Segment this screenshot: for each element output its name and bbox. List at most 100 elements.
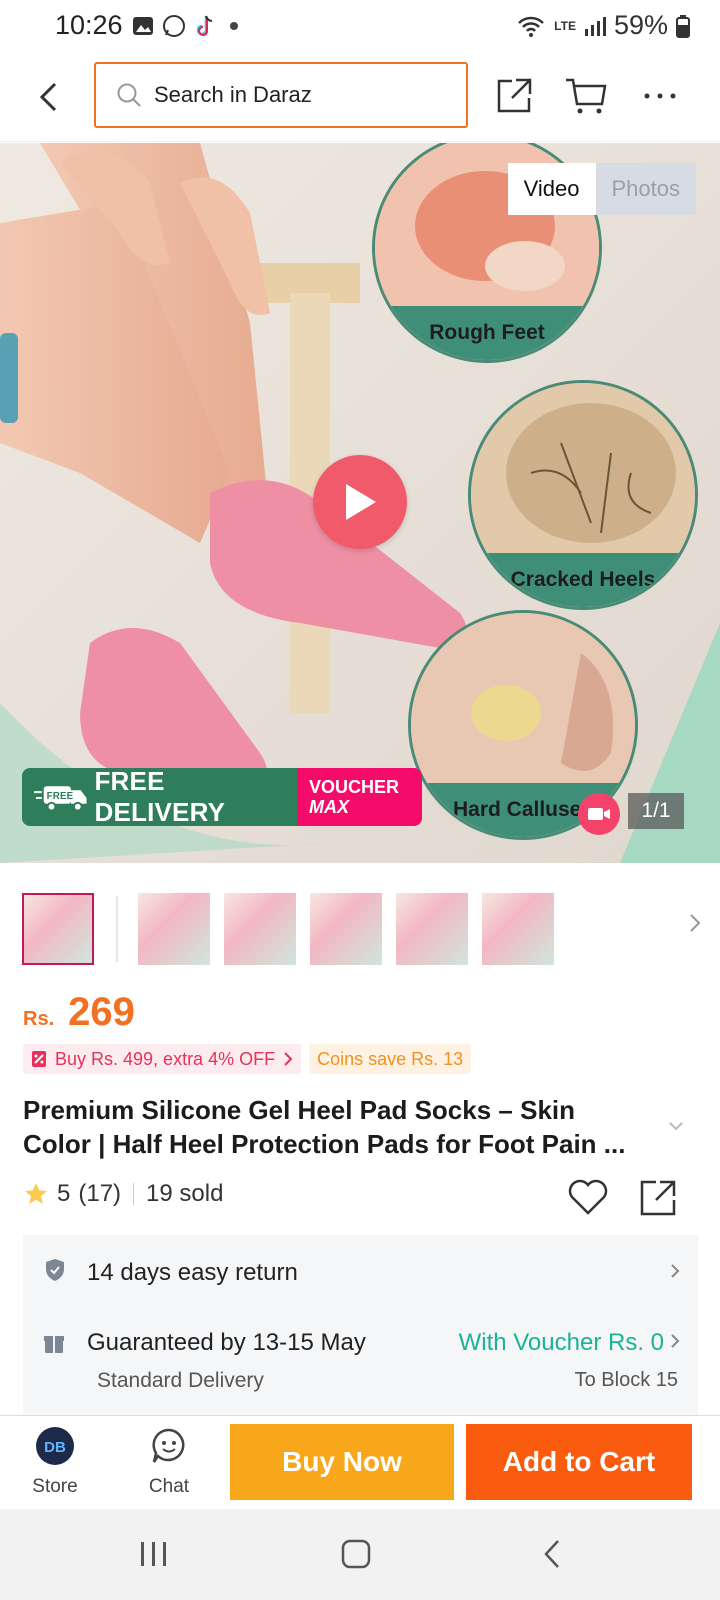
more-menu-button[interactable] [636, 72, 684, 120]
thumbnail-1[interactable] [22, 893, 94, 965]
image-counter: 1/1 [628, 793, 684, 829]
recent-apps-icon [141, 1542, 166, 1566]
voucher-text: VOUCHER [309, 777, 400, 797]
share-icon [497, 78, 532, 113]
search-placeholder: Search in Daraz [154, 82, 312, 107]
promo-tags: Buy Rs. 499, extra 4% OFF Coins save Rs.… [23, 1044, 472, 1074]
search-icon [117, 83, 141, 107]
action-bar: DB Store Chat Buy Now Add to Cart [0, 1415, 720, 1509]
return-policy-row[interactable]: 14 days easy return [23, 1235, 698, 1307]
battery-percent: 59% [613, 10, 668, 40]
rating-value: 5 [57, 1180, 71, 1207]
play-icon [346, 484, 376, 520]
rating-divider [133, 1183, 135, 1205]
voucher-delivery-text: With Voucher Rs. 0 [458, 1329, 664, 1356]
product-title-line-1: Premium Silicone Gel Heel Pad Socks – Sk… [23, 1095, 576, 1125]
home-button[interactable] [326, 1531, 386, 1577]
thumbnail-divider [116, 896, 118, 962]
battery-icon [676, 14, 690, 38]
delivery-row[interactable]: Guaranteed by 13-15 May With Voucher Rs.… [23, 1307, 698, 1415]
delivery-date-text: Guaranteed by 13-15 May [87, 1329, 366, 1356]
chevron-right-icon [284, 1052, 293, 1066]
cart-icon [566, 78, 607, 114]
delivery-truck-icon: FREE [34, 786, 87, 812]
chat-button[interactable]: Chat [124, 1426, 214, 1498]
free-delivery-text: FREE DELIVERY [94, 768, 226, 826]
home-icon [341, 1539, 371, 1569]
svg-text:DB: DB [44, 1439, 66, 1456]
system-navigation-bar [0, 1509, 720, 1600]
whatsapp-icon [163, 15, 185, 37]
top-navigation: Search in Daraz [0, 52, 720, 142]
thumbnail-5[interactable] [396, 893, 468, 965]
system-status: LTE 59% [516, 10, 690, 41]
media-toggle: Video Photos [507, 163, 696, 215]
gift-box-icon [44, 1336, 64, 1353]
tab-photos[interactable]: Photos [595, 163, 696, 215]
price-value: 269 [68, 990, 135, 1034]
discount-tag-icon [32, 1051, 46, 1067]
star-icon [25, 1183, 47, 1204]
price-currency: Rs. [23, 1008, 55, 1030]
free-badge: FREE [47, 791, 74, 802]
bundle-promo[interactable]: Buy Rs. 499, extra 4% OFF [23, 1044, 302, 1074]
rough-feet-label: Rough Feet [375, 306, 599, 360]
expand-title-button[interactable] [668, 1118, 684, 1136]
lte-icon: LTE [554, 18, 576, 33]
more-horizontal-icon [644, 93, 676, 99]
chevron-right-icon [671, 1264, 680, 1278]
bundle-promo-text: Buy Rs. 499, extra 4% OFF [55, 1048, 276, 1069]
price: Rs. 269 [23, 990, 135, 1035]
cracked-heels-label: Cracked Heels [471, 553, 695, 607]
share-button[interactable] [490, 72, 538, 120]
store-label: Store [32, 1476, 78, 1497]
buy-now-button[interactable]: Buy Now [230, 1424, 454, 1500]
shield-check-icon [46, 1259, 64, 1281]
cracked-heels-image: Cracked Heels [468, 380, 698, 610]
system-back-button[interactable] [522, 1531, 582, 1577]
share-product-button[interactable] [638, 1178, 678, 1223]
thumbnail-4[interactable] [310, 893, 382, 965]
cart-button[interactable] [562, 72, 610, 120]
store-button[interactable]: DB Store [10, 1426, 100, 1498]
notification-icons [132, 14, 238, 38]
search-input[interactable]: Search in Daraz [94, 62, 468, 128]
thumbnails-next-button[interactable] [688, 912, 702, 939]
thumbnail-6[interactable] [482, 893, 554, 965]
thumbnail-3[interactable] [224, 893, 296, 965]
max-text: MAX [309, 797, 349, 817]
delivery-type-text: Standard Delivery [97, 1369, 264, 1392]
delivery-destination-text: To Block 15 [574, 1369, 678, 1391]
service-info: 14 days easy return Guaranteed by 13-15 … [23, 1235, 698, 1415]
chevron-down-icon [669, 1122, 683, 1131]
back-button[interactable] [28, 74, 68, 120]
chevron-right-icon [690, 914, 701, 932]
wifi-icon [518, 16, 545, 37]
signal-icon [584, 16, 606, 36]
video-camera-icon [588, 808, 610, 820]
thumbnail-2[interactable] [138, 893, 210, 965]
thumbnail-strip [22, 892, 702, 966]
play-video-button[interactable] [313, 455, 407, 549]
product-title-line-2: Color | Half Heel Protection Pads for Fo… [23, 1129, 626, 1159]
tiktok-icon [196, 15, 213, 36]
free-delivery-banner: FREE FREE DELIVERY VOUCHER MAX [22, 768, 422, 826]
rating-row[interactable]: 5 (17) 19 sold [23, 1180, 223, 1208]
add-to-cart-button[interactable]: Add to Cart [466, 1424, 692, 1500]
wishlist-button[interactable] [568, 1178, 608, 1221]
return-policy-text: 14 days easy return [87, 1259, 298, 1286]
sold-count: 19 sold [146, 1180, 224, 1207]
recent-apps-button[interactable] [124, 1531, 184, 1577]
chat-icon [152, 1428, 185, 1463]
free-delivery-section: FREE FREE DELIVERY [22, 768, 297, 826]
tab-video[interactable]: Video [507, 163, 596, 215]
store-avatar-icon: DB [36, 1427, 74, 1465]
back-chevron-icon [544, 1540, 559, 1568]
chat-label: Chat [148, 1476, 190, 1497]
chevron-right-icon [671, 1334, 680, 1348]
share-icon [640, 1180, 676, 1216]
back-arrow-icon [39, 82, 57, 112]
product-title[interactable]: Premium Silicone Gel Heel Pad Socks – Sk… [23, 1093, 673, 1161]
video-badge[interactable] [578, 793, 620, 835]
product-media[interactable]: Rough Feet Cracked Heels Hard Calluses V… [0, 143, 720, 863]
